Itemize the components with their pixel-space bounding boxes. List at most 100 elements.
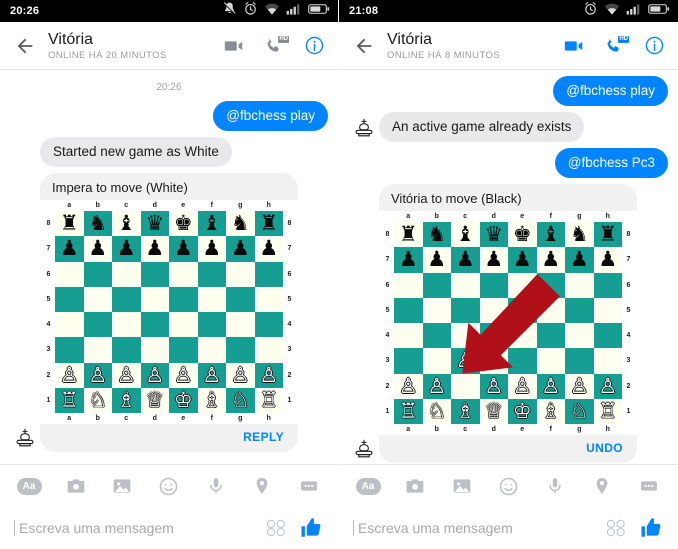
square-b6[interactable] <box>422 272 451 298</box>
square-g8[interactable]: ♞ <box>226 211 255 237</box>
info-button[interactable] <box>642 34 666 58</box>
square-b7[interactable]: ♟ <box>422 247 451 273</box>
square-b8[interactable]: ♞ <box>83 211 112 237</box>
square-b3[interactable] <box>83 337 112 363</box>
square-f1[interactable]: ♗ <box>197 387 226 413</box>
square-c8[interactable]: ♝ <box>112 211 141 237</box>
message-input[interactable] <box>14 520 254 536</box>
square-c1[interactable]: ♗ <box>451 398 480 424</box>
square-f4[interactable] <box>197 312 226 338</box>
back-button[interactable] <box>347 29 381 63</box>
square-e4[interactable] <box>169 312 198 338</box>
text-format-button[interactable]: Aa <box>355 473 381 499</box>
square-b5[interactable] <box>83 286 112 312</box>
square-f8[interactable]: ♝ <box>536 222 565 248</box>
square-b4[interactable] <box>83 312 112 338</box>
square-h3[interactable] <box>254 337 283 363</box>
chess-card-action-reply[interactable]: REPLY <box>243 430 284 444</box>
square-f8[interactable]: ♝ <box>197 211 226 237</box>
square-e4[interactable] <box>508 323 537 349</box>
square-e7[interactable]: ♟ <box>508 247 537 273</box>
square-d3[interactable] <box>479 348 508 374</box>
location-button[interactable] <box>249 473 275 499</box>
square-h3[interactable] <box>593 348 622 374</box>
microphone-button[interactable] <box>542 473 568 499</box>
message-bubble-outgoing[interactable]: @fbchess play <box>213 101 328 131</box>
square-a4[interactable] <box>55 312 84 338</box>
square-d6[interactable] <box>140 261 169 287</box>
like-button[interactable] <box>638 515 664 541</box>
square-a2[interactable]: ♙ <box>55 362 84 388</box>
square-g1[interactable]: ♘ <box>565 398 594 424</box>
square-b2[interactable]: ♙ <box>422 373 451 399</box>
gallery-button[interactable] <box>449 473 475 499</box>
message-bubble-incoming[interactable]: An active game already exists <box>379 112 585 142</box>
square-e2[interactable]: ♙ <box>169 362 198 388</box>
square-g3[interactable] <box>565 348 594 374</box>
square-b7[interactable]: ♟ <box>83 236 112 262</box>
square-f7[interactable]: ♟ <box>536 247 565 273</box>
square-h7[interactable]: ♟ <box>593 247 622 273</box>
camera-button[interactable] <box>63 473 89 499</box>
square-d2[interactable]: ♙ <box>140 362 169 388</box>
square-d1[interactable]: ♕ <box>140 387 169 413</box>
sticker-button[interactable] <box>604 517 628 539</box>
chess-game-card[interactable]: Impera to move (White) a b c d e f g h 8 ♜ ♞ ♝ ♛ ♚ ♝ ♞ ♜ 8… <box>40 173 298 452</box>
location-button[interactable] <box>589 473 615 499</box>
square-g6[interactable] <box>226 261 255 287</box>
square-f2[interactable]: ♙ <box>536 373 565 399</box>
square-b1[interactable]: ♘ <box>422 398 451 424</box>
square-g2[interactable]: ♙ <box>565 373 594 399</box>
square-a3[interactable] <box>394 348 423 374</box>
message-thread[interactable]: @fbchess play An active game already exis… <box>339 70 678 464</box>
voice-call-button[interactable]: HD <box>602 34 629 58</box>
square-e7[interactable]: ♟ <box>169 236 198 262</box>
square-a2[interactable]: ♙ <box>394 373 423 399</box>
square-e5[interactable] <box>508 297 537 323</box>
square-f1[interactable]: ♗ <box>536 398 565 424</box>
square-c3[interactable]: ♙ <box>451 348 480 374</box>
gallery-button[interactable] <box>109 473 135 499</box>
square-f3[interactable] <box>536 348 565 374</box>
square-d6[interactable] <box>479 272 508 298</box>
square-e1[interactable]: ♔ <box>508 398 537 424</box>
square-d7[interactable]: ♟ <box>140 236 169 262</box>
square-g5[interactable] <box>565 297 594 323</box>
back-button[interactable] <box>8 29 42 63</box>
message-bubble-outgoing[interactable]: @fbchess play <box>553 76 668 106</box>
square-g4[interactable] <box>565 323 594 349</box>
conversation-identity[interactable]: Vitória ONLINE HÁ 20 MINUTOS <box>48 31 222 61</box>
chess-board[interactable]: a b c d e f g h 8 ♜ ♞ ♝ ♛ ♚ ♝ ♞ ♜ 8 7 ♟ ♟ ♟ ♟ ♟ ♟ ♟ ♟ 7 6 6 5 5 4 4 3 3 2 ♙ ♙ ♙… <box>42 200 296 424</box>
square-c5[interactable] <box>451 297 480 323</box>
square-h4[interactable] <box>593 323 622 349</box>
video-call-button[interactable] <box>562 34 586 58</box>
square-c3[interactable] <box>112 337 141 363</box>
square-f5[interactable] <box>197 286 226 312</box>
square-e2[interactable]: ♙ <box>508 373 537 399</box>
square-h6[interactable] <box>593 272 622 298</box>
chess-card-action-undo[interactable]: UNDO <box>586 441 623 455</box>
square-h7[interactable]: ♟ <box>254 236 283 262</box>
square-f3[interactable] <box>197 337 226 363</box>
square-d7[interactable]: ♟ <box>479 247 508 273</box>
square-g8[interactable]: ♞ <box>565 222 594 248</box>
square-a7[interactable]: ♟ <box>55 236 84 262</box>
square-b2[interactable]: ♙ <box>83 362 112 388</box>
emoji-button[interactable] <box>495 473 521 499</box>
square-g7[interactable]: ♟ <box>226 236 255 262</box>
text-format-button[interactable]: Aa <box>16 473 42 499</box>
square-h8[interactable]: ♜ <box>254 211 283 237</box>
more-button[interactable] <box>636 473 662 499</box>
square-h6[interactable] <box>254 261 283 287</box>
square-a5[interactable] <box>55 286 84 312</box>
square-a8[interactable]: ♜ <box>55 211 84 237</box>
square-c6[interactable] <box>112 261 141 287</box>
chess-board[interactable]: a b c d e f g h 8 ♜ ♞ ♝ ♛ ♚ ♝ ♞ ♜ 8 7 ♟ ♟ ♟ ♟ ♟ ♟ ♟ ♟ 7 6 6 5 5 4 4 3 ♙ 3 2 ♙ ♙… <box>381 211 635 435</box>
square-b8[interactable]: ♞ <box>422 222 451 248</box>
square-e3[interactable] <box>169 337 198 363</box>
square-a6[interactable] <box>394 272 423 298</box>
square-d4[interactable] <box>479 323 508 349</box>
square-g7[interactable]: ♟ <box>565 247 594 273</box>
square-d8[interactable]: ♛ <box>140 211 169 237</box>
square-f7[interactable]: ♟ <box>197 236 226 262</box>
